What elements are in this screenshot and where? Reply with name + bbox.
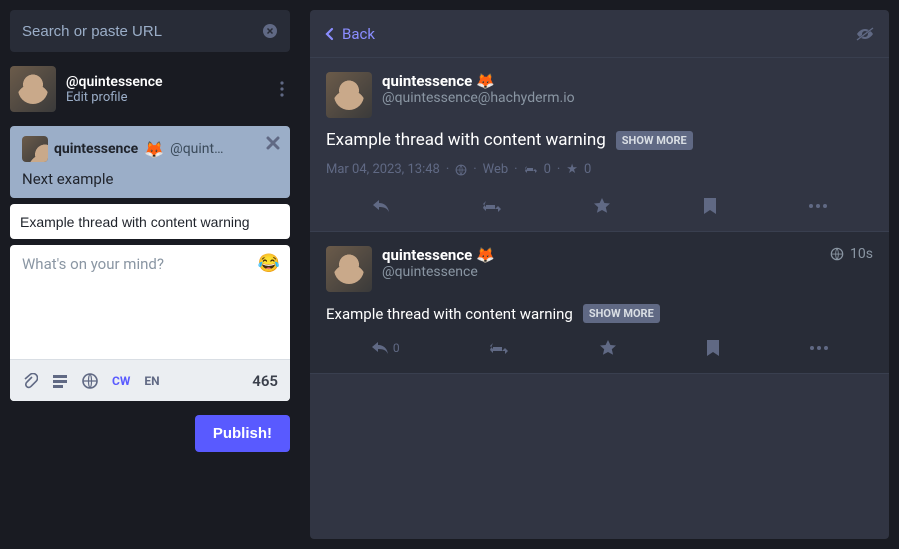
show-more-button[interactable]: SHOW MORE [616, 131, 693, 150]
globe-icon [830, 247, 844, 261]
post-actions: 0 [326, 333, 873, 363]
hide-icon[interactable] [855, 26, 875, 42]
more-icon[interactable] [809, 204, 827, 208]
boost-icon[interactable] [489, 341, 509, 355]
poll-icon[interactable] [52, 373, 68, 389]
compose-column: @quintessence Edit profile quintessence … [0, 0, 300, 549]
boost-count: 0 [544, 162, 551, 177]
column-header: Back [310, 10, 889, 58]
boost-icon[interactable] [482, 199, 502, 213]
back-button[interactable]: Back [324, 25, 375, 43]
remove-reply-icon[interactable] [266, 136, 280, 150]
post-text: Example thread with content warning [326, 305, 573, 323]
post-meta: Mar 04, 2023, 13:48 · · Web · 0 · ★ 0 [326, 162, 873, 177]
fox-icon: 🦊 [144, 140, 164, 159]
post-age[interactable]: 10s [850, 246, 873, 262]
attach-icon[interactable] [22, 373, 38, 389]
avatar[interactable] [10, 66, 56, 112]
post-detail: quintessence 🦊 @quintessence@hachyderm.i… [310, 58, 889, 232]
post-display-name[interactable]: quintessence [382, 246, 472, 264]
boost-icon [524, 165, 538, 175]
cw-toggle[interactable]: CW [112, 374, 130, 388]
search-bar [10, 10, 290, 52]
fox-icon: 🦊 [476, 246, 495, 264]
post-timestamp[interactable]: Mar 04, 2023, 13:48 [326, 162, 440, 177]
post-handle[interactable]: @quintessence@hachyderm.io [382, 90, 575, 106]
fav-count: 0 [584, 162, 591, 177]
emoji-picker-icon[interactable]: 😂 [258, 253, 280, 274]
globe-icon [455, 164, 467, 176]
more-icon[interactable] [810, 346, 828, 350]
profile-menu-icon[interactable] [274, 81, 290, 97]
post-actions [326, 191, 873, 221]
fox-icon: 🦊 [476, 72, 495, 90]
post-source: Web [483, 162, 509, 177]
post-reply[interactable]: quintessence 🦊 @quintessence 10s Example… [310, 232, 889, 374]
star-icon: ★ [566, 162, 578, 177]
compose-textarea[interactable] [22, 255, 278, 345]
profile-info: @quintessence Edit profile [66, 74, 274, 105]
search-input[interactable] [22, 23, 262, 40]
cw-input[interactable] [20, 214, 280, 230]
reply-context-handle: @quint… [170, 141, 223, 157]
reply-context-body: Next example [22, 170, 278, 188]
show-more-button[interactable]: SHOW MORE [583, 304, 660, 323]
chevron-left-icon [324, 27, 334, 41]
avatar[interactable] [326, 246, 372, 292]
clear-search-icon[interactable] [262, 23, 278, 39]
content-warning-field [10, 204, 290, 239]
bookmark-icon[interactable] [703, 197, 717, 215]
char-counter: 465 [252, 372, 278, 390]
reply-context: quintessence 🦊 @quint… Next example [10, 126, 290, 198]
post-text: Example thread with content warning [326, 130, 606, 150]
back-label: Back [342, 25, 375, 43]
thread-column: Back quintessence 🦊 @quintessence@hachyd… [310, 10, 889, 539]
post-display-name[interactable]: quintessence [382, 72, 472, 90]
compose-box: 😂 CW EN 465 [10, 245, 290, 401]
compose-stack: quintessence 🦊 @quint… Next example 😂 [10, 126, 300, 401]
publish-button[interactable]: Publish! [195, 415, 290, 452]
reply-icon[interactable]: 0 [371, 341, 400, 355]
visibility-icon[interactable] [82, 373, 98, 389]
reply-context-name: quintessence [54, 141, 138, 157]
reply-count: 0 [393, 341, 400, 355]
compose-toolbar: CW EN 465 [10, 359, 290, 401]
avatar [22, 136, 48, 162]
edit-profile-link[interactable]: Edit profile [66, 90, 274, 105]
language-selector[interactable]: EN [144, 374, 159, 388]
reply-icon[interactable] [372, 199, 390, 213]
favorite-icon[interactable] [599, 339, 617, 357]
post-handle[interactable]: @quintessence [382, 264, 495, 280]
avatar[interactable] [326, 72, 372, 118]
favorite-icon[interactable] [593, 197, 611, 215]
profile-handle[interactable]: @quintessence [66, 74, 274, 90]
bookmark-icon[interactable] [706, 339, 720, 357]
profile-summary: @quintessence Edit profile [10, 52, 300, 126]
